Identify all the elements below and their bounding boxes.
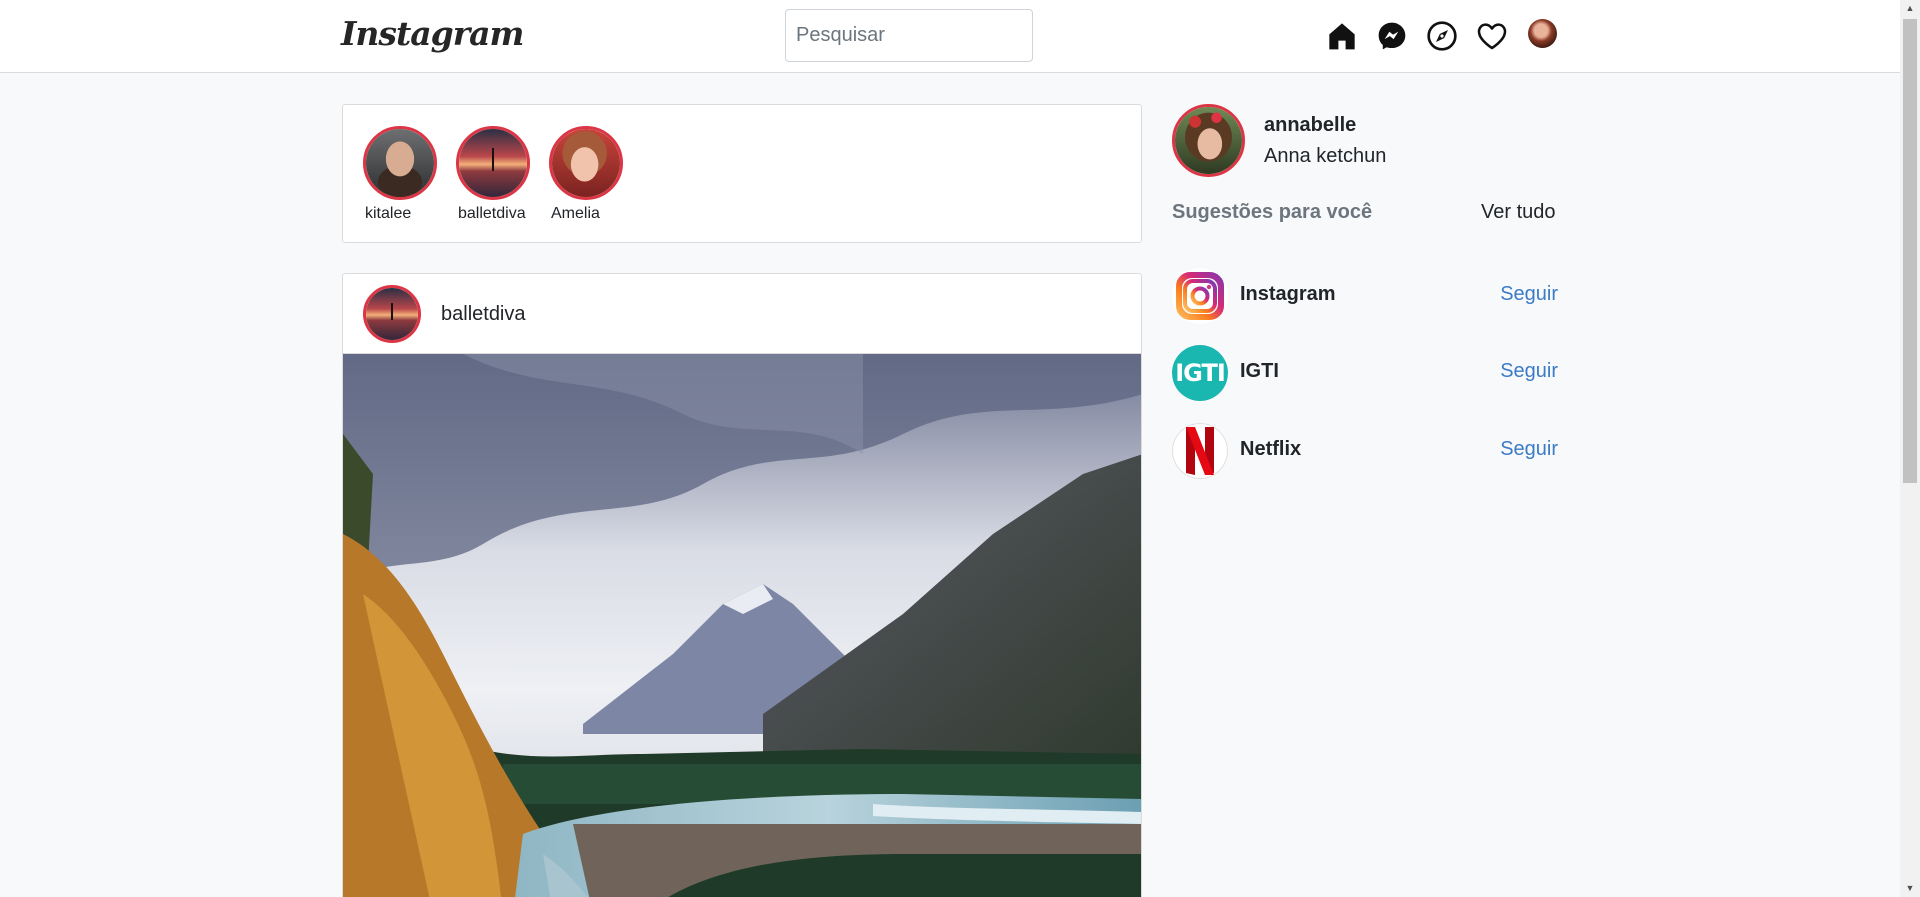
page-scrollbar[interactable]: ▲ ▼ xyxy=(1900,0,1920,897)
story-avatar xyxy=(363,126,437,200)
search-input[interactable] xyxy=(785,9,1033,62)
post-author-username[interactable]: balletdiva xyxy=(441,303,526,326)
messenger-icon[interactable] xyxy=(1376,20,1408,52)
suggestion-name[interactable]: IGTI xyxy=(1240,360,1279,383)
home-icon[interactable] xyxy=(1326,20,1358,52)
see-all-link[interactable]: Ver tudo xyxy=(1481,201,1556,224)
suggestion-item: Netflix Seguir xyxy=(1172,423,1558,479)
story-avatar xyxy=(456,126,530,200)
scroll-thumb[interactable] xyxy=(1903,19,1917,483)
scroll-up-arrow-icon[interactable]: ▲ xyxy=(1900,0,1920,17)
profile-avatar-small[interactable] xyxy=(1528,19,1557,48)
igti-logo-icon[interactable]: IGTI xyxy=(1172,345,1228,401)
current-user-avatar[interactable] xyxy=(1172,104,1245,177)
heart-icon[interactable] xyxy=(1476,20,1508,52)
story-username: Amelia xyxy=(551,205,600,222)
story-username: balletdiva xyxy=(458,205,526,222)
top-navbar: Instagram xyxy=(0,0,1900,73)
netflix-logo-icon[interactable] xyxy=(1172,423,1228,479)
instagram-logo-icon[interactable] xyxy=(1172,268,1228,324)
post-author-avatar[interactable] xyxy=(363,285,421,343)
story-item[interactable]: balletdiva xyxy=(456,126,532,223)
post-header: balletdiva xyxy=(343,274,1141,354)
story-item[interactable]: kitalee xyxy=(363,126,439,223)
suggestion-item: IGTI IGTI Seguir xyxy=(1172,345,1558,401)
explore-icon[interactable] xyxy=(1426,20,1458,52)
follow-button[interactable]: Seguir xyxy=(1500,283,1558,306)
feed-post: balletdiva xyxy=(342,273,1142,897)
scroll-down-arrow-icon[interactable]: ▼ xyxy=(1900,880,1920,897)
post-image[interactable] xyxy=(343,354,1141,897)
suggestion-name[interactable]: Netflix xyxy=(1240,438,1301,461)
story-username: kitalee xyxy=(365,205,412,222)
follow-button[interactable]: Seguir xyxy=(1500,360,1558,383)
instagram-logo[interactable]: Instagram xyxy=(341,14,524,53)
story-avatar xyxy=(549,126,623,200)
suggestions-heading: Sugestões para você xyxy=(1172,201,1373,223)
suggestion-name[interactable]: Instagram xyxy=(1240,283,1336,306)
current-user-username[interactable]: annabelle xyxy=(1264,114,1356,137)
stories-bar: kitalee balletdiva Amelia xyxy=(342,104,1142,243)
suggestion-item: Instagram Seguir xyxy=(1172,268,1558,324)
story-item[interactable]: Amelia xyxy=(549,126,625,223)
follow-button[interactable]: Seguir xyxy=(1500,438,1558,461)
current-user-fullname: Anna ketchun xyxy=(1264,145,1387,167)
